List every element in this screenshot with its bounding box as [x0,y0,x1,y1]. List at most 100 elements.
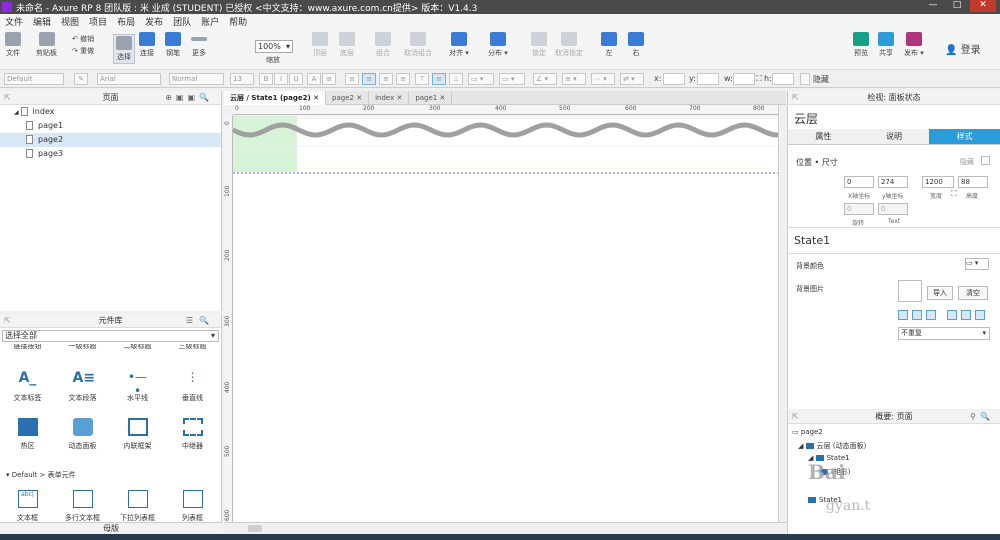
w-input[interactable] [733,73,755,85]
lib-text-field[interactable]: abc| 文本框 [3,490,53,523]
file-button[interactable]: 文件 [5,32,21,58]
collapse-toggle-icon[interactable]: ◢ [798,442,806,450]
page-item-index[interactable]: ◢ index [0,105,221,119]
line-width-select[interactable]: ≡ ▾ [562,73,586,85]
top-layer-button[interactable]: 顶层 [312,32,328,58]
minimize-button[interactable]: — [922,0,944,12]
masters-tab[interactable]: 母版 [0,522,222,534]
lib-text-area[interactable]: 多行文本框 [58,490,108,523]
bullet-button[interactable]: ≡ [322,73,336,85]
bg-color-picker[interactable]: ▭ ▾ [965,258,989,270]
arrow-style-select[interactable]: ⇄ ▾ [620,73,644,85]
align-right-text-button[interactable]: ≡ [379,73,393,85]
lib-horizontal-line[interactable]: •—• 水平线 [113,370,163,403]
tab-notes[interactable]: 说明 [858,129,930,144]
outline-dynamic-panel[interactable]: ◢ 云层 (动态面板) [798,441,866,451]
connect-button[interactable]: 连接 [139,32,155,58]
font-size-select[interactable]: 13 [230,73,254,85]
shadow-select[interactable]: ▭ ▾ [499,73,525,85]
align-center-text-button[interactable]: ≡ [362,73,376,85]
redo-button[interactable]: ↷ 重做 [72,46,94,56]
lib-heading1[interactable]: 一级标题 [58,344,108,352]
preview-button[interactable]: 预览 [853,32,869,58]
clipboard-button[interactable]: 剪贴板 [36,32,57,58]
close-icon[interactable]: ✕ [394,94,402,102]
zoom-select[interactable]: 100% ▾ [255,40,293,53]
filter-search-icons[interactable]: ⚲🔍 [970,410,994,424]
lock-button[interactable]: 锁定 [531,32,547,58]
tab-properties[interactable]: 属性 [788,129,859,144]
lib-text-label[interactable]: A_ 文本标签 [3,370,53,403]
group-button[interactable]: 组合 [375,32,391,58]
close-button[interactable]: ✕ [970,0,996,12]
x-input[interactable] [663,73,685,85]
align-top-icon[interactable] [947,310,957,320]
collapse-icon[interactable]: ⇱ [792,410,799,424]
bold-button[interactable]: B [259,73,273,85]
import-button[interactable]: 导入 [927,286,953,300]
tab-page2[interactable]: page2 ✕ [326,90,370,105]
undo-button[interactable]: ↶ 撤销 [72,34,94,44]
y-input[interactable] [697,73,719,85]
pages-panel-actions[interactable]: ⊕▣▣🔍 [165,91,213,105]
menu-project[interactable]: 项目 [84,15,112,28]
lock-ratio-icon[interactable]: ⛶ [951,189,957,199]
align-left-text-button[interactable]: ≡ [345,73,359,85]
width-field[interactable]: 1200 [922,176,954,188]
library-select[interactable]: 选择全部 ▾ [2,330,219,342]
weight-select[interactable]: Normal [169,73,224,85]
lib-vertical-line[interactable]: ⋮ 垂直线 [168,370,218,403]
menu-help[interactable]: 帮助 [224,15,252,28]
pen-button[interactable]: 钢笔 [165,32,181,58]
page-item-page2[interactable]: page2 [0,133,221,147]
lib-link-button[interactable]: 链接按钮 [3,344,53,352]
line-color-select[interactable]: ∠ ▾ [533,73,557,85]
tab-style[interactable]: 样式 [929,129,1000,144]
menu-layout[interactable]: 布局 [112,15,140,28]
tab-index[interactable]: index ✕ [369,90,410,105]
clear-button[interactable]: 清空 [958,286,988,300]
vertical-scrollbar[interactable] [778,105,786,522]
lib-dynamic-panel[interactable]: 动态面板 [58,418,108,451]
tab-page1[interactable]: page1 ✕ [409,90,453,105]
style-manager-icon[interactable]: ✎ [74,73,88,85]
lib-repeater[interactable]: 中继器 [168,418,218,451]
ungroup-button[interactable]: 取消组合 [404,32,432,58]
height-field[interactable]: 88 [958,176,988,188]
unlock-button[interactable]: 取消锁定 [555,32,583,58]
hidden-checkbox[interactable] [800,73,810,85]
tab-cloud-state1[interactable]: 云层 / State1 (page2) ✕ [224,90,327,105]
menu-edit[interactable]: 编辑 [28,15,56,28]
repeat-select[interactable]: 不重复 ▾ [898,327,990,340]
login-button[interactable]: 👤 登录 [945,41,981,56]
distribute-button[interactable]: 分布 ▾ [488,32,508,58]
lib-list-box[interactable]: 列表框 [168,490,218,523]
rotation-field[interactable]: 0 [844,203,874,215]
close-icon[interactable]: ✕ [354,94,362,102]
maximize-button[interactable]: □ [946,0,968,12]
lib-heading2[interactable]: 二级标题 [113,344,163,352]
cloud-wave-shape[interactable] [233,122,778,138]
close-icon[interactable]: ✕ [437,94,445,102]
align-left-icon[interactable] [898,310,908,320]
menu-file[interactable]: 文件 [0,15,28,28]
close-icon[interactable]: ✕ [311,94,319,102]
outline-page[interactable]: ▭ page2 [792,428,823,436]
line-style-select[interactable]: ⋯ ▾ [591,73,615,85]
font-color-button[interactable]: A [307,73,321,85]
valign-bottom-button[interactable]: ⊥ [449,73,463,85]
menu-view[interactable]: 视图 [56,15,84,28]
valign-middle-button[interactable]: ≡ [432,73,446,85]
horizontal-scrollbar[interactable] [224,522,786,534]
menu-team[interactable]: 团队 [168,15,196,28]
x-field[interactable]: 0 [844,176,874,188]
page-item-page3[interactable]: page3 [0,147,221,161]
h-input[interactable] [772,73,794,85]
lib-heading3[interactable]: 三级标题 [168,344,218,352]
align-button[interactable]: 对齐 ▾ [449,32,469,58]
lib-dropdown[interactable]: 下拉列表框 [113,490,163,523]
fill-color-select[interactable]: ▭ ▾ [468,73,494,85]
share-button[interactable]: 共享 [878,32,894,58]
hidden-checkbox[interactable] [981,156,990,165]
italic-button[interactable]: I [274,73,288,85]
